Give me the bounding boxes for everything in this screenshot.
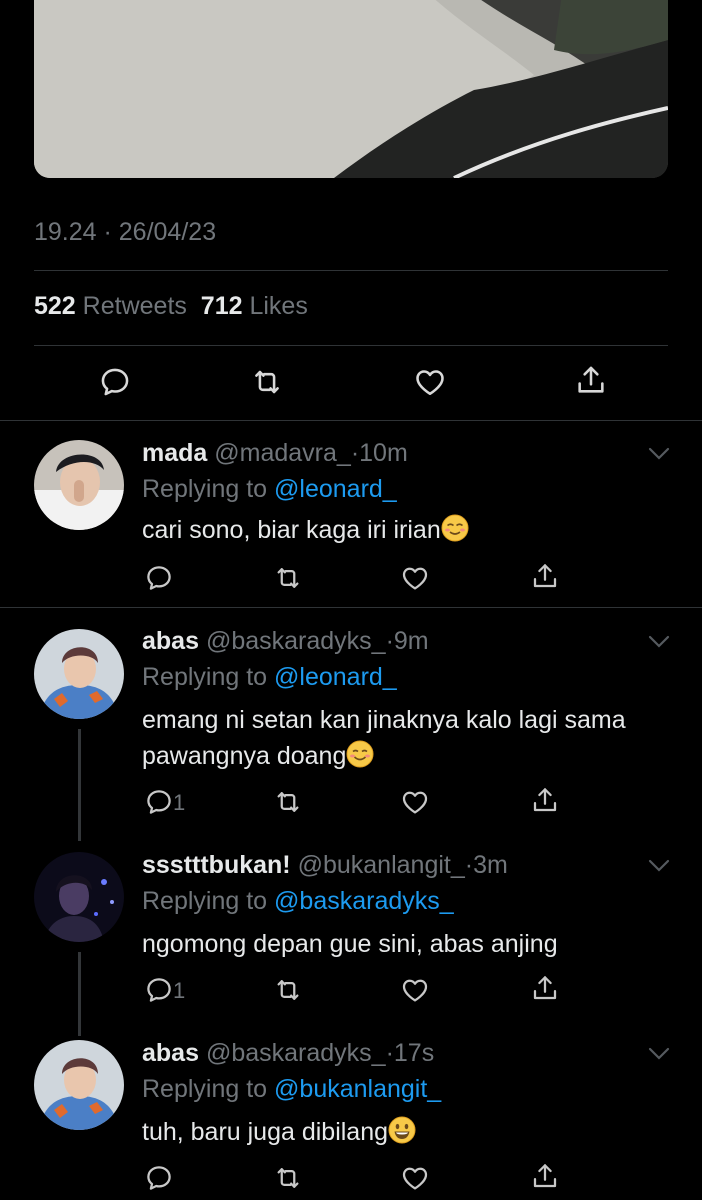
user-handle[interactable]: @bukanlangit_ xyxy=(298,851,465,879)
reply-header: mada @madavra_·10m xyxy=(142,439,408,468)
retweet-icon[interactable] xyxy=(273,1163,303,1193)
mention-link[interactable]: @leonard_ xyxy=(274,663,397,691)
user-handle[interactable]: @baskaradyks_ xyxy=(206,627,386,655)
reply-age: ·10m xyxy=(350,439,408,467)
reply-age: ·17s xyxy=(385,1039,435,1067)
reply-icon[interactable] xyxy=(144,975,174,1005)
reply-age: ·3m xyxy=(464,851,508,879)
avatar[interactable] xyxy=(34,629,124,719)
replying-to: Replying to @bukanlangit_ xyxy=(142,1075,442,1103)
reply-icon[interactable] xyxy=(144,787,174,817)
reply-header: abas @baskaradyks_·17s xyxy=(142,1039,434,1068)
divider xyxy=(0,420,702,421)
display-name[interactable]: ssstttbukan! xyxy=(142,851,291,879)
grinning-face-emoji xyxy=(388,1116,416,1144)
retweet-icon[interactable] xyxy=(273,975,303,1005)
display-name[interactable]: mada xyxy=(142,439,207,467)
reply-header: ssstttbukan! @bukanlangit_·3m xyxy=(142,851,508,880)
divider xyxy=(0,607,702,608)
divider xyxy=(34,345,668,346)
tweet-timestamp: 19.24 · 26/04/23 xyxy=(34,218,217,246)
retweets-label[interactable]: Retweets xyxy=(83,292,187,320)
reply-text: ngomong depan gue sini, abas anjing xyxy=(142,930,558,958)
like-heart-icon[interactable] xyxy=(400,787,430,817)
reply-count: 1 xyxy=(173,790,186,815)
user-handle[interactable]: @baskaradyks_ xyxy=(206,1039,386,1067)
retweet-icon[interactable] xyxy=(250,365,284,399)
mention-link[interactable]: @leonard_ xyxy=(274,475,397,503)
retweet-icon[interactable] xyxy=(273,787,303,817)
reply-header: abas @baskaradyks_·9m xyxy=(142,627,429,656)
relieved-face-emoji xyxy=(441,514,469,542)
chevron-down-icon[interactable] xyxy=(646,444,672,464)
likes-label[interactable]: Likes xyxy=(249,292,307,320)
reply-text: emang ni setan kan jinaknya kalo lagi sa… xyxy=(142,706,626,770)
replying-to: Replying to @leonard_ xyxy=(142,663,397,691)
chevron-down-icon[interactable] xyxy=(646,856,672,876)
thread-line xyxy=(78,729,81,841)
like-heart-icon[interactable] xyxy=(413,365,447,399)
display-name[interactable]: abas xyxy=(142,1039,199,1067)
retweet-icon[interactable] xyxy=(273,563,303,593)
share-icon[interactable] xyxy=(530,973,560,1003)
mention-link[interactable]: @bukanlangit_ xyxy=(274,1075,441,1103)
tweet-stats: 522 Retweets 712 Likes xyxy=(34,292,308,321)
share-icon[interactable] xyxy=(530,785,560,815)
display-name[interactable]: abas xyxy=(142,627,199,655)
reply-icon[interactable] xyxy=(144,1163,174,1193)
avatar[interactable] xyxy=(34,440,124,530)
user-handle[interactable]: @madavra_ xyxy=(214,439,351,467)
share-icon[interactable] xyxy=(530,561,560,591)
like-heart-icon[interactable] xyxy=(400,1163,430,1193)
divider xyxy=(34,270,668,271)
replying-to: Replying to @leonard_ xyxy=(142,475,397,503)
avatar[interactable] xyxy=(34,1040,124,1130)
chevron-down-icon[interactable] xyxy=(646,632,672,652)
reply-icon[interactable] xyxy=(98,365,132,399)
replying-to: Replying to @baskaradyks_ xyxy=(142,887,454,915)
smiling-face-emoji xyxy=(346,740,374,768)
reply-icon[interactable] xyxy=(144,563,174,593)
share-icon[interactable] xyxy=(574,363,608,397)
retweets-count[interactable]: 522 xyxy=(34,292,76,320)
like-heart-icon[interactable] xyxy=(400,975,430,1005)
thread-line xyxy=(78,952,81,1036)
reply-count: 1 xyxy=(173,978,186,1003)
chevron-down-icon[interactable] xyxy=(646,1044,672,1064)
mention-link[interactable]: @baskaradyks_ xyxy=(274,887,454,915)
share-icon[interactable] xyxy=(530,1161,560,1191)
avatar[interactable] xyxy=(34,852,124,942)
likes-count[interactable]: 712 xyxy=(201,292,243,320)
reply-text: cari sono, biar kaga iri irian xyxy=(142,512,469,548)
like-heart-icon[interactable] xyxy=(400,563,430,593)
reply-age: ·9m xyxy=(385,627,429,655)
reply-text: tuh, baru juga dibilang xyxy=(142,1114,416,1150)
tweet-media-image[interactable] xyxy=(34,0,668,178)
